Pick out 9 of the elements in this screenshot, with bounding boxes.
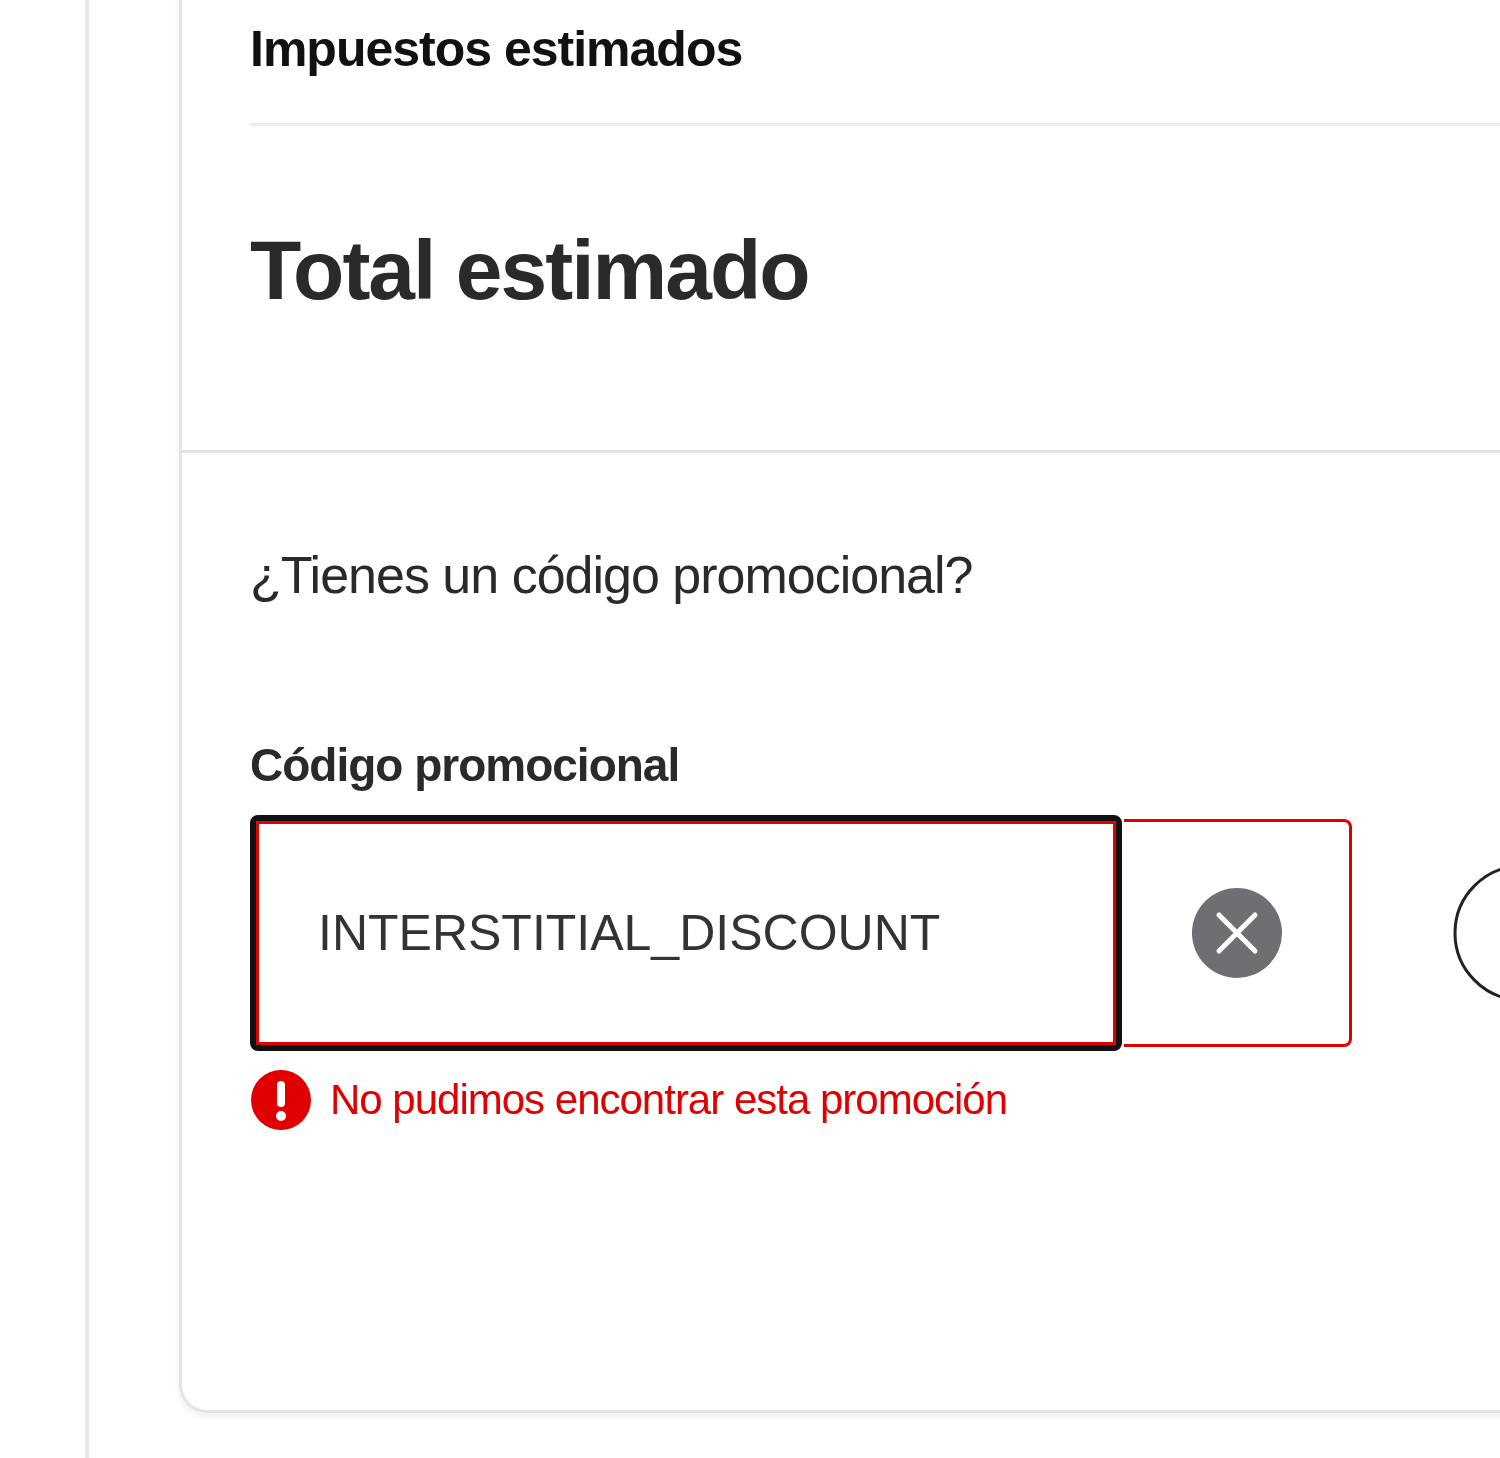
error-icon xyxy=(250,1069,312,1131)
taxes-label: Impuestos estimados xyxy=(250,20,743,79)
clear-icon xyxy=(1190,887,1283,979)
field-label: Código promocional xyxy=(250,738,680,793)
promo-question: ¿Tienes un código promocional? xyxy=(250,545,973,606)
error-message: No pudimos encontrar esta promoción xyxy=(330,1075,1008,1125)
clear-button[interactable] xyxy=(1124,819,1352,1047)
promo-code-field[interactable]: INTERSTITIAL_DISCOUNT xyxy=(250,815,1122,1051)
total-label: Total estimado xyxy=(250,222,809,318)
